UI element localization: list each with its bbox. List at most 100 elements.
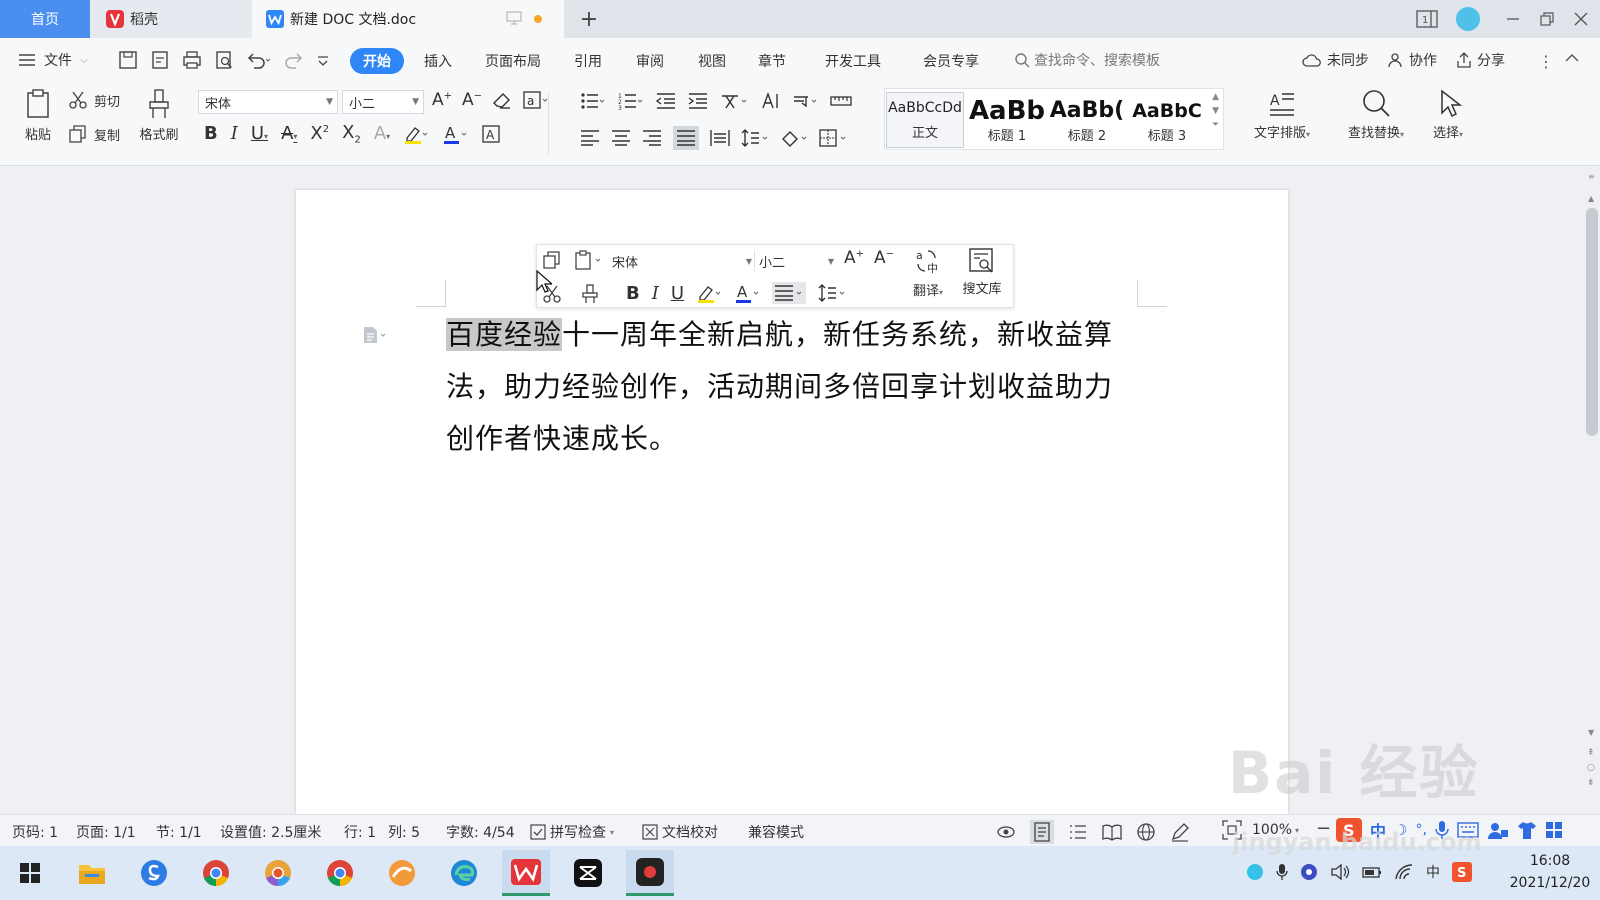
float-underline-icon[interactable]: U (671, 283, 684, 304)
superscript-icon[interactable]: X2 (310, 123, 329, 144)
float-paste-icon[interactable] (574, 250, 604, 270)
expand-gallery-icon[interactable]: ⏷ (1212, 118, 1219, 132)
float-increase-font-icon[interactable]: A+ (844, 248, 864, 268)
windows-start-icon[interactable] (6, 850, 54, 896)
float-font-size-select[interactable]: 小二 ▼ (754, 250, 834, 272)
find-replace-button[interactable]: 查找替换▾ (1338, 88, 1414, 141)
restore-icon[interactable] (1536, 8, 1558, 30)
wifi-icon[interactable] (1394, 863, 1414, 881)
style-normal[interactable]: AaBbCcDd 正文 (886, 92, 964, 148)
ruler-icon[interactable] (830, 92, 852, 110)
clear-format-icon[interactable] (492, 90, 512, 110)
float-font-color-icon[interactable]: A (734, 283, 760, 303)
align-center-icon[interactable] (611, 129, 631, 147)
float-highlight-icon[interactable] (696, 283, 722, 303)
selected-text[interactable]: 百度经验 (446, 318, 563, 351)
screen-recorder-icon[interactable] (626, 850, 674, 896)
status-setting[interactable]: 设置值: 2.5厘米 (220, 822, 321, 842)
input-language-icon[interactable]: 中 (1426, 862, 1440, 882)
justify-icon[interactable] (673, 126, 699, 150)
style-heading-1[interactable]: AaBb 标题 1 (968, 92, 1046, 148)
style-gallery-scroll[interactable]: ▲ ▼ ⏷ (1212, 90, 1219, 132)
float-font-name-select[interactable]: 宋体 ▼ (612, 250, 752, 272)
print-preview-icon[interactable] (214, 50, 234, 70)
add-tab-button[interactable]: + (578, 7, 600, 32)
monitor-icon[interactable] (506, 11, 522, 25)
paragraph-handle-icon[interactable] (362, 326, 388, 344)
tray-app-icon[interactable] (1246, 863, 1264, 881)
tab-review[interactable]: 审阅 (630, 48, 670, 74)
phonetic-guide-icon[interactable]: a (522, 90, 550, 110)
battery-icon[interactable] (1362, 863, 1382, 881)
sogou-browser-icon[interactable] (130, 850, 178, 896)
minimize-icon[interactable] (1502, 8, 1524, 30)
float-bold-icon[interactable]: B (626, 283, 640, 304)
file-explorer-icon[interactable] (68, 850, 116, 896)
bold-icon[interactable]: B (204, 123, 218, 144)
float-justify-icon[interactable] (772, 282, 807, 304)
distributed-icon[interactable] (710, 129, 730, 147)
status-pages[interactable]: 页面: 1/1 (76, 822, 136, 842)
font-size-select[interactable]: 小二 ▼ (342, 90, 424, 114)
print-icon[interactable] (182, 50, 202, 70)
page-nav-icons[interactable]: ⇞ ○ ⇟ (1587, 746, 1595, 791)
style-heading-3[interactable]: AaBbC 标题 3 (1128, 92, 1206, 148)
doc-check-button[interactable]: 文档校对 (642, 822, 718, 842)
font-color-icon[interactable]: A (442, 124, 468, 144)
scroll-up-icon[interactable]: ▲ (1212, 90, 1219, 104)
customize-toolbar-icon[interactable] (316, 50, 330, 70)
command-search[interactable]: 查找命令、搜索模板 (1014, 50, 1160, 70)
file-menu-button[interactable]: 文件 ⌵ (18, 50, 88, 70)
window-layout-icon[interactable]: 1 (1416, 8, 1438, 30)
chrome-icon[interactable] (192, 850, 240, 896)
tray-vpn-icon[interactable] (1300, 863, 1318, 881)
tab-home[interactable]: 首页 (0, 0, 90, 38)
chrome-canary-icon[interactable] (254, 850, 302, 896)
page-view-icon[interactable] (1030, 820, 1054, 844)
align-left-icon[interactable] (580, 129, 600, 147)
system-clock[interactable]: 16:08 2021/12/20 (1506, 850, 1594, 894)
chinese-layout-icon[interactable] (720, 92, 748, 110)
status-section[interactable]: 节: 1/1 (156, 822, 202, 842)
sort-icon[interactable] (760, 92, 780, 110)
float-translate-button[interactable]: a中 翻译▾ (908, 248, 948, 299)
select-button[interactable]: 选择▾ (1420, 88, 1476, 141)
sync-button[interactable]: 未同步 (1302, 50, 1369, 70)
status-row[interactable]: 行: 1 (344, 822, 376, 842)
cut-button[interactable]: 剪切 (68, 90, 120, 110)
redo-icon[interactable] (284, 50, 304, 70)
italic-icon[interactable]: I (231, 123, 238, 144)
scroll-down-icon[interactable]: ▼ (1212, 104, 1219, 118)
bullet-list-icon[interactable] (580, 92, 606, 110)
show-marks-icon[interactable] (792, 92, 818, 110)
tray-sogou-icon[interactable]: S (1452, 862, 1472, 882)
float-format-painter-icon[interactable] (580, 284, 600, 304)
increase-font-icon[interactable]: A+ (432, 90, 452, 110)
underline-icon[interactable]: U▾ (251, 123, 268, 144)
copy-button[interactable]: 复制 (68, 124, 120, 144)
more-options-icon[interactable]: ⋮ (1538, 52, 1554, 71)
tab-developer[interactable]: 开发工具 (818, 48, 888, 74)
export-pdf-icon[interactable] (150, 50, 170, 70)
volume-icon[interactable] (1330, 863, 1350, 881)
wps-taskbar-icon[interactable] (502, 850, 550, 896)
spell-check-button[interactable]: 拼写检查 ▾ (530, 822, 614, 842)
line-spacing-icon[interactable] (741, 129, 769, 147)
doc-line-2[interactable]: 法，助力经验创作，活动期间多倍回享计划收益助力 (446, 367, 1113, 407)
tab-document[interactable]: 新建 DOC 文档.doc (252, 0, 564, 38)
tray-microphone-icon[interactable] (1276, 863, 1288, 881)
scroll-up-arrow-icon[interactable]: ▲ (1588, 194, 1594, 203)
write-mode-icon[interactable] (1170, 822, 1190, 842)
tab-insert[interactable]: 插入 (418, 48, 458, 74)
style-heading-2[interactable]: AaBb(标题 2 (1048, 92, 1126, 148)
increase-indent-icon[interactable] (688, 92, 708, 110)
capcut-icon[interactable] (564, 850, 612, 896)
text-effect-icon[interactable]: A▾ (374, 123, 390, 144)
reading-view-icon[interactable] (1102, 822, 1122, 842)
edge-icon[interactable] (440, 850, 488, 896)
decrease-font-icon[interactable]: A− (462, 90, 482, 110)
paste-button[interactable]: 粘贴 (18, 88, 58, 143)
scroll-down-arrow-icon[interactable]: ▼ (1588, 728, 1594, 737)
tab-view[interactable]: 视图 (692, 48, 732, 74)
status-page-num[interactable]: 页码: 1 (12, 822, 58, 842)
